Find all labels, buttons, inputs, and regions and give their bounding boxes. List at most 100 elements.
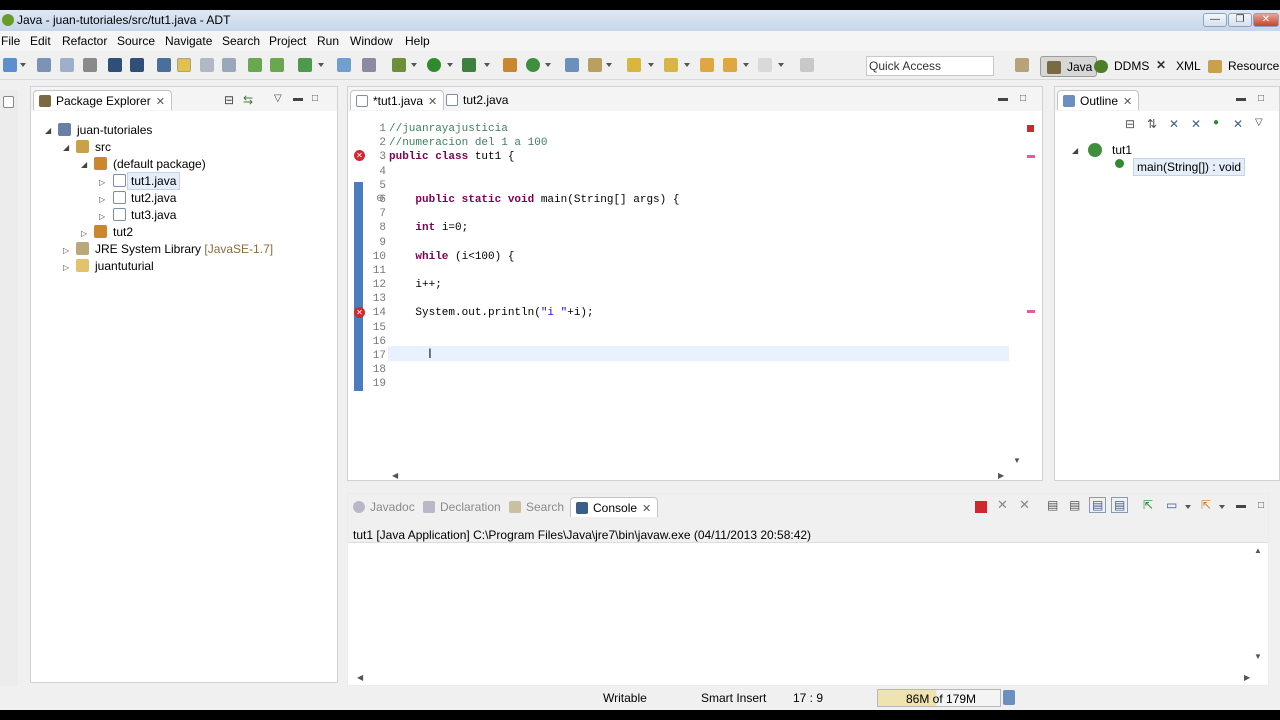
menu-source[interactable]: Source [117,34,155,48]
tree-item-default-package[interactable]: (default package) [113,157,206,171]
collapsed-arrow-icon[interactable]: ▷ [99,178,105,187]
collapsed-arrow-icon[interactable]: ▷ [63,246,69,255]
forward-icon[interactable] [758,58,772,72]
code-line[interactable] [389,335,679,349]
view-menu-icon[interactable]: ▽ [274,93,282,104]
code-line[interactable] [389,179,679,193]
search-dropdown-icon[interactable] [606,63,612,67]
error-icon[interactable]: ✕ [354,150,365,161]
back-icon[interactable] [723,58,737,72]
scroll-right-icon[interactable]: ▶ [998,471,1004,480]
collapse-all-icon[interactable]: ⊟ [224,93,234,107]
display-console-icon[interactable]: ▭ [1166,498,1177,512]
code-line[interactable] [389,292,679,306]
sort-icon[interactable]: ⇅ [1147,117,1157,131]
expanded-arrow-icon[interactable]: ◢ [81,160,87,169]
run-dropdown-icon[interactable] [447,63,453,67]
tree-item-tut1-java[interactable]: tut1.java [127,172,181,190]
close-icon[interactable]: ✕ [642,503,651,515]
restore-icon[interactable] [3,96,14,108]
debug-dropdown-icon[interactable] [411,63,417,67]
tree-item-juantuturial[interactable]: juantuturial [95,259,154,273]
remove-launch-icon[interactable]: ✕ [997,497,1008,513]
back-dropdown-icon[interactable] [743,63,749,67]
overview-error-summary-icon[interactable] [1027,125,1034,132]
external-tools-dropdown-icon[interactable] [484,63,490,67]
menu-run[interactable]: Run [317,34,339,48]
close-icon[interactable]: ✕ [428,96,437,108]
menu-window[interactable]: Window [350,34,393,48]
search-icon[interactable] [588,58,602,72]
tab-javadoc[interactable]: Javadoc [348,497,421,517]
android-avd-manager-icon[interactable] [270,58,284,72]
perspective-ddms[interactable]: DDMS [1088,56,1153,77]
show-on-error-icon[interactable]: ▤ [1111,497,1129,513]
minimize-view-icon[interactable]: ▬ [1236,500,1246,511]
collapsed-arrow-icon[interactable]: ▷ [81,229,87,238]
tab-declaration[interactable]: Declaration [418,497,507,517]
android-sdk-manager-icon[interactable] [248,58,262,72]
tree-item-project[interactable]: juan-tutoriales [77,123,152,137]
minimize-button[interactable]: — [1203,13,1227,27]
outline-class-tut1[interactable]: tut1 [1112,143,1132,157]
menu-project[interactable]: Project [269,34,306,48]
new-icon[interactable] [3,58,17,72]
import-icon[interactable] [108,58,122,72]
view-menu-icon[interactable]: ▽ [1255,117,1263,128]
overview-error-marker[interactable] [1027,155,1035,158]
maximize-editor-icon[interactable]: □ [1020,93,1026,104]
last-edit-location-icon[interactable] [700,58,714,72]
minimize-view-icon[interactable]: ▬ [293,93,303,104]
run-icon[interactable] [427,58,441,72]
heap-status-bar[interactable]: 86M of 179M [877,689,1001,707]
previous-annotation-dropdown-icon[interactable] [684,63,690,67]
block-selection-icon[interactable] [200,58,214,72]
pin-editor-icon[interactable] [800,58,814,72]
collapsed-arrow-icon[interactable]: ▷ [99,195,105,204]
new-class-dropdown-icon[interactable] [545,63,551,67]
code-line[interactable] [389,207,679,221]
tree-item-tut3-java[interactable]: tut3.java [131,208,176,222]
save-icon[interactable] [37,58,51,72]
scroll-down-icon[interactable]: ▼ [1013,456,1021,465]
open-perspective-icon[interactable] [1015,58,1029,72]
minimize-editor-icon[interactable]: ▬ [998,93,1008,104]
maximize-button[interactable]: ❐ [1228,13,1252,27]
quick-access-input[interactable]: Quick Access [866,56,994,76]
menu-help[interactable]: Help [405,34,430,48]
tree-item-tut2-package[interactable]: tut2 [113,225,133,239]
next-annotation-icon[interactable] [627,58,641,72]
code-line[interactable]: public class tut1 { [389,150,679,164]
next-annotation-dropdown-icon[interactable] [648,63,654,67]
previous-annotation-icon[interactable] [664,58,678,72]
link-with-editor-icon[interactable]: ⇆ [243,93,253,107]
display-console-dropdown-icon[interactable] [1185,505,1191,509]
close-icon[interactable]: ✕ [1123,96,1132,108]
scroll-up-icon[interactable]: ▲ [1254,546,1262,555]
forward-dropdown-icon[interactable] [778,63,784,67]
tab-package-explorer[interactable]: Package Explorer ✕ [33,90,172,110]
clear-console-icon[interactable]: ▤ [1047,498,1058,512]
tree-item-tut2-java[interactable]: tut2.java [131,191,176,205]
toggle-mark-occurrences-icon[interactable] [177,58,191,72]
hide-fields-icon[interactable]: ✕ [1169,117,1179,131]
error-icon[interactable]: ✕ [354,307,365,318]
open-console-dropdown-icon[interactable] [1219,505,1225,509]
open-type-icon[interactable] [157,58,171,72]
code-line[interactable] [389,264,679,278]
lint-dropdown-icon[interactable] [318,63,324,67]
menu-search[interactable]: Search [222,34,260,48]
code-line[interactable]: while (i<100) { [389,250,679,264]
code-editor-text[interactable]: //juanrayajusticia //numeracion del 1 a 1… [389,122,679,392]
expanded-arrow-icon[interactable]: ◢ [1072,146,1078,155]
console-output-area[interactable] [348,542,1268,674]
maximize-view-icon[interactable]: □ [312,93,318,104]
tab-console[interactable]: Console ✕ [570,497,659,517]
maximize-view-icon[interactable]: □ [1258,93,1264,104]
scroll-lock-icon[interactable]: ▤ [1069,498,1080,512]
code-line[interactable]: //numeracion del 1 a 100 [389,136,679,150]
menu-refactor[interactable]: Refactor [62,34,107,48]
garbage-collect-icon[interactable] [1003,690,1015,705]
skip-breakpoints-icon[interactable] [362,58,376,72]
scroll-right-icon[interactable]: ▶ [1244,673,1250,682]
